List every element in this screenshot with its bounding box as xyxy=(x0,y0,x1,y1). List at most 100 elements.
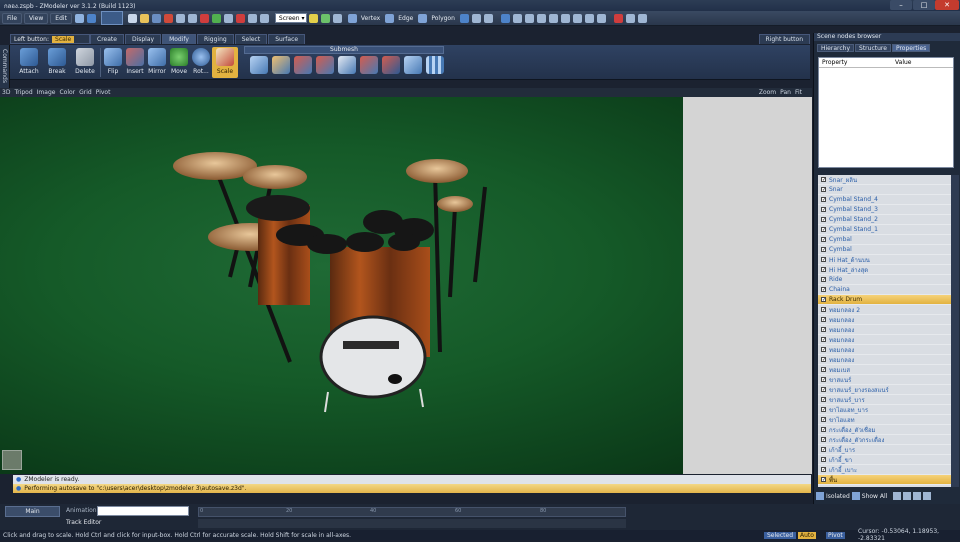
scene-node-row[interactable]: ✓ ทอมเบส xyxy=(818,365,951,375)
scene-node-row[interactable]: ✓ ทอมกลอง xyxy=(818,355,951,365)
cube-view-icon[interactable] xyxy=(500,13,510,23)
scene-node-row[interactable]: ✓ Hi Hat_ล่างสุด xyxy=(818,265,951,275)
new-file-icon[interactable] xyxy=(127,13,137,23)
view-combo[interactable]: Screen ▾ xyxy=(274,13,307,23)
vertex-icon[interactable] xyxy=(347,13,357,23)
scene-node-row[interactable]: ✓ ขาสแนร์_บาร xyxy=(818,395,951,405)
tab-rigging[interactable]: Rigging xyxy=(196,34,234,44)
open-folder-icon[interactable] xyxy=(139,13,149,23)
scene-node-row[interactable]: ✓ ทอมกลอง xyxy=(818,315,951,325)
menu-view[interactable]: View xyxy=(24,12,49,24)
select-filter-icon[interactable] xyxy=(459,13,469,23)
group-icon[interactable] xyxy=(572,13,582,23)
tab-surface[interactable]: Surface xyxy=(268,34,306,44)
viewport-pivot[interactable]: Pivot xyxy=(96,89,111,96)
properties-grid[interactable]: Property Value xyxy=(818,57,954,168)
scene-node-row[interactable]: ✓ Snar_ผลิน xyxy=(818,175,951,185)
isolated-toggle[interactable]: Isolated xyxy=(826,493,850,500)
paste-icon[interactable] xyxy=(247,13,257,23)
polygon-icon[interactable] xyxy=(418,13,428,23)
visibility-icon[interactable] xyxy=(584,13,594,23)
info-icon[interactable] xyxy=(86,13,96,23)
visibility-checkbox[interactable]: ✓ xyxy=(821,357,826,363)
tab-select[interactable]: Select xyxy=(234,34,268,44)
visibility-checkbox[interactable]: ✓ xyxy=(821,407,826,413)
scene-node-row[interactable]: ✓ Snar xyxy=(818,185,951,195)
submesh-tool-9[interactable] xyxy=(422,55,448,77)
scene-node-row[interactable]: ✓ Chaina xyxy=(818,285,951,295)
stop-icon[interactable] xyxy=(613,13,623,23)
unlink-icon[interactable] xyxy=(560,13,570,23)
scene-node-row[interactable]: ✓ พื้น xyxy=(818,475,951,485)
delete-icon[interactable] xyxy=(163,13,173,23)
main-button[interactable]: Main xyxy=(5,506,60,517)
collapse-icon[interactable] xyxy=(923,492,932,500)
visibility-checkbox[interactable]: ✓ xyxy=(821,277,826,283)
rotate-button[interactable]: Rot... xyxy=(188,47,214,78)
save-icon[interactable] xyxy=(151,13,161,23)
select-all-icon[interactable] xyxy=(471,13,481,23)
close-button[interactable]: ✕ xyxy=(935,0,959,10)
filter-icon[interactable] xyxy=(893,492,902,500)
scene-node-row[interactable]: ✓ ขาไฮแฮท xyxy=(818,415,951,425)
scene-node-row[interactable]: ✓ ขาสแนร์_ยางรองสแนร์ xyxy=(818,385,951,395)
scene-node-row[interactable]: ✓ Cymbal Stand_4 xyxy=(818,195,951,205)
visibility-checkbox[interactable]: ✓ xyxy=(821,387,826,393)
scene-node-row[interactable]: ✓ เก้าอี้_เบาะ xyxy=(818,465,951,475)
show-all-button[interactable]: Show All xyxy=(862,493,888,500)
delete-button[interactable]: Delete xyxy=(72,47,98,78)
scene-node-row[interactable]: ✓ เก้าอี้_ขา xyxy=(818,455,951,465)
refresh-icon[interactable] xyxy=(625,13,635,23)
visibility-checkbox[interactable]: ✓ xyxy=(821,287,826,293)
visibility-checkbox[interactable]: ✓ xyxy=(821,347,826,353)
undo-big-icon[interactable] xyxy=(100,11,123,25)
cut-icon[interactable] xyxy=(235,13,245,23)
selected-mode[interactable]: Selected xyxy=(764,531,797,539)
viewport-grid[interactable]: Grid xyxy=(79,89,92,96)
axis-x-icon[interactable] xyxy=(320,13,330,23)
tab-modify[interactable]: Modify xyxy=(162,34,196,44)
redo-icon[interactable] xyxy=(187,13,197,23)
scene-node-row[interactable]: ✓ เก้าอี้_บาร xyxy=(818,445,951,455)
scene-node-row[interactable]: ✓ Hi Hat_ด้านบน xyxy=(818,255,951,265)
visibility-checkbox[interactable]: ✓ xyxy=(821,457,826,463)
visibility-checkbox[interactable]: ✓ xyxy=(821,337,826,343)
maximize-button[interactable]: □ xyxy=(913,0,935,10)
visibility-checkbox[interactable]: ✓ xyxy=(821,267,826,273)
viewport-zoom[interactable]: Zoom xyxy=(759,89,776,96)
scene-node-row[interactable]: ✓ กระเดื่อง_ตัวเชื่อม xyxy=(818,425,951,435)
visibility-checkbox[interactable]: ✓ xyxy=(821,217,826,223)
help-icon[interactable] xyxy=(74,13,84,23)
tab-properties[interactable]: Properties xyxy=(891,44,931,52)
scene-node-row[interactable]: ✓ Ride xyxy=(818,275,951,285)
visibility-checkbox[interactable]: ✓ xyxy=(821,367,826,373)
scene-node-row[interactable]: ✓ ทอมกลอง xyxy=(818,325,951,335)
scene-node-list[interactable]: ✓ Snar_ผลิน ✓ Snar ✓ Cymbal Stand_4 ✓ Cymbal St… xyxy=(818,175,951,487)
viewport-fit[interactable]: Fit xyxy=(795,89,802,96)
tab-create[interactable]: Create xyxy=(90,34,124,44)
visibility-checkbox[interactable]: ✓ xyxy=(821,417,826,423)
scene-node-row[interactable]: ✓ Cymbal Stand_2 xyxy=(818,215,951,225)
scale-button[interactable]: Scale xyxy=(212,47,238,78)
scene-node-row[interactable]: ✓ ขาสแนร์ xyxy=(818,375,951,385)
visibility-checkbox[interactable]: ✓ xyxy=(821,397,826,403)
menu-file[interactable]: File xyxy=(2,12,23,24)
visibility-checkbox[interactable]: ✓ xyxy=(821,197,826,203)
link-icon[interactable] xyxy=(548,13,558,23)
visibility-checkbox[interactable]: ✓ xyxy=(821,297,826,303)
sort-icon[interactable] xyxy=(903,492,912,500)
visibility-checkbox[interactable]: ✓ xyxy=(821,447,826,453)
track-editor-button[interactable]: Track Editor xyxy=(66,519,101,526)
expand-icon[interactable] xyxy=(913,492,922,500)
clone-icon[interactable] xyxy=(259,13,269,23)
tab-hierarchy[interactable]: Hierarchy xyxy=(817,44,855,52)
auto-toggle[interactable]: Auto xyxy=(798,531,816,539)
mode-vertex[interactable]: Vertex xyxy=(359,15,382,22)
visibility-checkbox[interactable]: ✓ xyxy=(821,177,826,183)
visibility-checkbox[interactable]: ✓ xyxy=(821,327,826,333)
visibility-checkbox[interactable]: ✓ xyxy=(821,207,826,213)
left-button-selector[interactable]: Left button: Scale xyxy=(10,34,90,44)
tripod-widget[interactable] xyxy=(2,450,22,470)
record-icon[interactable] xyxy=(199,13,209,23)
break-button[interactable]: Break xyxy=(44,47,70,78)
